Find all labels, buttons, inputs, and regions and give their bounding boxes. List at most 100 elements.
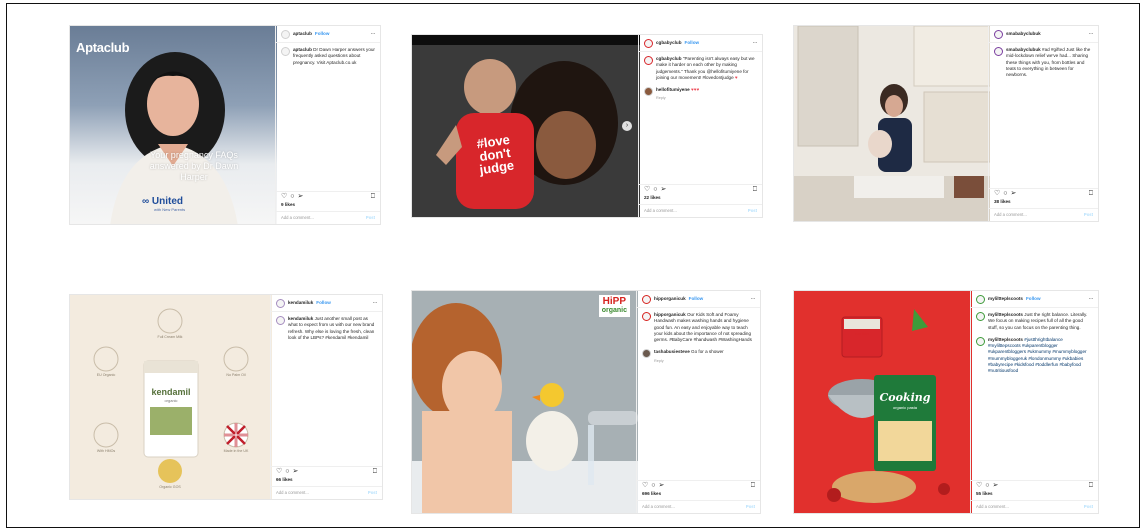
post-header: hipporganicuk Follow ··· [637,291,760,308]
like-icon[interactable]: ♡ [276,468,282,475]
comment-icon[interactable]: ○ [290,193,294,200]
avatar[interactable] [994,29,1003,39]
caption-username[interactable]: cgbabyclub [656,56,682,61]
post-header: aptaclub Follow ··· [276,26,380,43]
post-comment-button[interactable]: Post [1084,504,1093,510]
add-comment-input[interactable]: Add a comment... [276,490,309,496]
more-options-icon[interactable]: ··· [1089,31,1094,37]
username[interactable]: kendamiluk [288,300,313,306]
comment-icon[interactable]: ○ [651,482,655,489]
username[interactable]: smababyclubuk [1006,31,1041,37]
post-comment-button[interactable]: Post [368,490,377,496]
likes-count[interactable]: 66 likes [271,477,382,483]
add-comment-input[interactable]: Add a comment... [644,208,677,214]
feature-label: With HMOs [96,449,116,453]
post-image[interactable]: Mylittle Cooking organic pasta [794,291,972,513]
username[interactable]: hipporganicuk [654,296,686,302]
add-comment-input[interactable]: Add a comment... [281,215,314,221]
post-image[interactable]: kendamil organic Full Cream Milk EU Orga… [70,295,272,499]
reply-link[interactable]: Reply [656,96,666,100]
post-image[interactable]: #love don't judge › [412,35,640,217]
caption-username[interactable]: aptaclub [293,47,312,52]
like-icon[interactable]: ♡ [281,193,287,200]
feature-label: Made in the UK [223,449,249,453]
username[interactable]: aptaclub [293,31,312,37]
more-options-icon[interactable]: ··· [1089,296,1094,302]
kendamil-product-graphic [70,295,272,499]
comment-username[interactable]: hellofitumiyene [656,87,690,92]
username[interactable]: myliltteplscoots [988,296,1023,302]
product-sub: organic pasta [892,405,917,410]
add-comment-input[interactable]: Add a comment... [994,212,1027,218]
child-handwash-photo [412,291,638,513]
post-image[interactable]: Aptaclub Your pregnancy FAQs answered by… [70,26,277,224]
likes-count[interactable]: 55 likes [971,491,1098,497]
post-comment-button[interactable]: Post [746,504,755,510]
bookmark-icon[interactable]: ⎕ [1089,190,1093,197]
bookmark-icon[interactable]: ⎕ [1089,482,1093,489]
comment-username[interactable]: myliltteplscoots [988,337,1023,342]
avatar[interactable] [644,87,653,97]
like-icon[interactable]: ♡ [976,482,982,489]
caption-username[interactable]: kendamiluk [288,316,313,321]
next-arrow-icon[interactable]: › [622,121,632,131]
like-icon[interactable]: ♡ [994,190,1000,197]
follow-button[interactable]: Follow [316,300,331,306]
post-footer: ♡ ○ ➢ ⎕ 66 likes Add a comment... Post [271,466,382,499]
post-footer: ♡ ○ ➢ ⎕ 22 likes Add a comment... Post [639,184,762,217]
avatar[interactable] [642,349,651,359]
bookmark-icon[interactable]: ⎕ [373,468,377,475]
comment-text: Go for a shower [691,349,724,355]
caption-username[interactable]: hipporganicuk [654,312,686,317]
likes-count[interactable]: 22 likes [639,195,762,201]
comment-icon[interactable]: ○ [985,482,989,489]
avatar[interactable] [976,294,985,304]
post-header: smababyclubuk ··· [989,26,1098,43]
post-comment-button[interactable]: Post [748,208,757,214]
follow-button[interactable]: Follow [1026,296,1041,302]
reply-link[interactable]: Reply [654,359,664,363]
post-image[interactable] [794,26,990,221]
share-icon[interactable]: ➢ [993,482,999,489]
post-comment-button[interactable]: Post [1084,212,1093,218]
share-icon[interactable]: ➢ [661,186,667,193]
likes-count[interactable]: 696 likes [637,491,760,497]
comment-username[interactable]: tashabusiesteve [654,349,690,354]
share-icon[interactable]: ➢ [659,482,665,489]
more-options-icon[interactable]: ··· [751,296,756,302]
add-comment-input[interactable]: Add a comment... [642,504,675,510]
likes-count[interactable]: 9 likes [276,202,380,208]
comment-icon[interactable]: ○ [1003,190,1007,197]
like-icon[interactable]: ♡ [644,186,650,193]
more-options-icon[interactable]: ··· [371,31,376,37]
comment-icon[interactable]: ○ [653,186,657,193]
more-options-icon[interactable]: ··· [753,40,758,46]
caption-username[interactable]: myliltteplscoots [988,312,1023,317]
avatar[interactable] [642,294,651,304]
mother-baby-kitchen-photo [794,26,990,221]
follow-button[interactable]: Follow [315,31,330,37]
follow-button[interactable]: Follow [689,296,704,302]
share-icon[interactable]: ➢ [298,193,304,200]
username[interactable]: cgbabyclub [656,40,682,46]
comment-icon[interactable]: ○ [285,468,289,475]
bookmark-icon[interactable]: ⎕ [753,186,757,193]
likes-count[interactable]: 38 likes [989,199,1098,205]
more-options-icon[interactable]: ··· [373,300,378,306]
caption-username[interactable]: smababyclubuk [1006,47,1041,52]
post-sidebar: kendamiluk Follow ··· kendamiluk Just an… [270,295,382,499]
avatar[interactable] [976,336,985,346]
bookmark-icon[interactable]: ⎕ [371,193,375,200]
add-comment-input[interactable]: Add a comment... [976,504,1009,510]
share-icon[interactable]: ➢ [1011,190,1017,197]
post-comment-button[interactable]: Post [366,215,375,221]
avatar[interactable] [281,29,290,39]
avatar[interactable] [276,298,285,308]
like-icon[interactable]: ♡ [642,482,648,489]
follow-button[interactable]: Follow [685,40,700,46]
comment-hashtags[interactable]: #justthrightbalance #mylilttepscoots #uk… [988,337,1087,373]
avatar[interactable] [644,38,653,48]
post-image[interactable]: HiPP organic [412,291,638,513]
share-icon[interactable]: ➢ [293,468,299,475]
bookmark-icon[interactable]: ⎕ [751,482,755,489]
